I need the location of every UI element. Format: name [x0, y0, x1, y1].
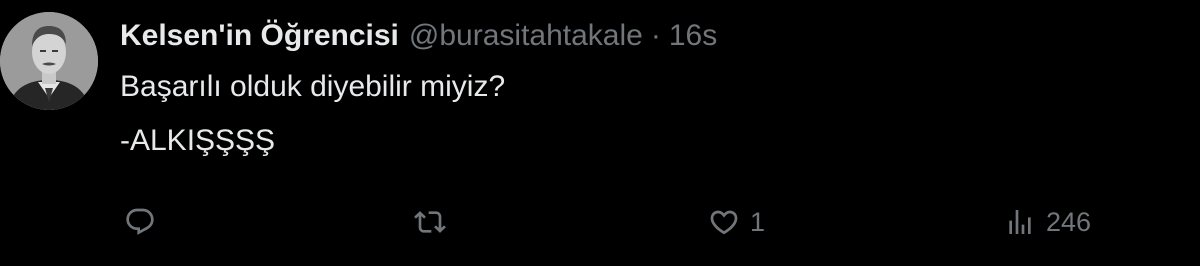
avatar[interactable] [0, 12, 98, 110]
author-handle[interactable]: @burasitahtakale [409, 19, 643, 53]
views-button[interactable]: 246 [1004, 196, 1091, 248]
views-icon [1009, 210, 1031, 234]
retweet-icon [414, 211, 446, 233]
tweet-action-bar: 1 246 [0, 196, 1200, 248]
tweet-header: Kelsen'in Öğrencisi @burasitahtakale · 1… [120, 14, 717, 58]
separator-dot: · [650, 19, 661, 52]
like-count: 1 [750, 206, 766, 237]
tweet[interactable]: Kelsen'in Öğrencisi @burasitahtakale · 1… [0, 0, 1200, 266]
heart-icon [710, 210, 738, 235]
retweet-button[interactable] [414, 196, 446, 248]
author-display-name[interactable]: Kelsen'in Öğrencisi [120, 19, 399, 53]
tweet-text-line: Başarılı olduk diyebilir miyiz? [120, 70, 506, 103]
reply-button[interactable] [124, 196, 156, 248]
tweet-text-line: -ALKIŞŞŞŞ [120, 124, 276, 157]
timestamp[interactable]: 16s [669, 19, 717, 53]
reply-icon [126, 208, 154, 235]
views-count: 246 [1046, 206, 1092, 237]
like-button[interactable]: 1 [708, 196, 765, 248]
avatar-portrait-image [0, 12, 98, 110]
